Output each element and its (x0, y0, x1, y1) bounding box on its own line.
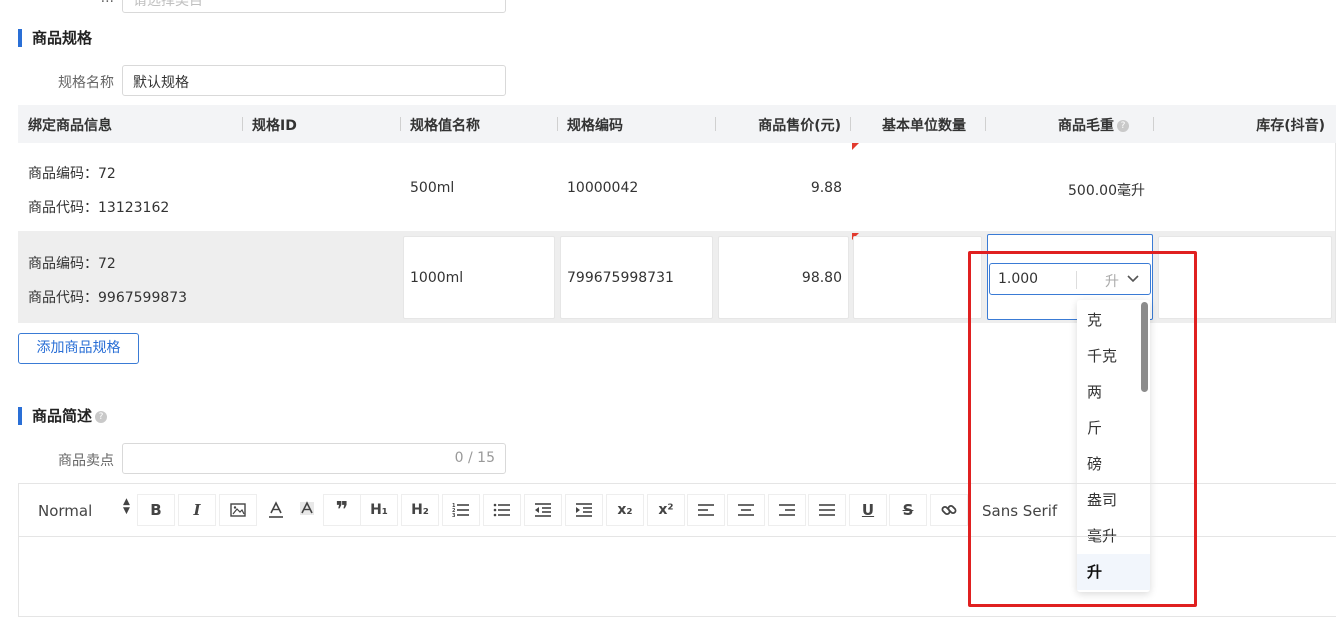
category-row: ... 请选择类目 (0, 0, 520, 14)
format-select[interactable]: Normal (38, 502, 92, 520)
spec-value-cell: 500ml (410, 180, 455, 196)
price-text: 98.80 (801, 270, 842, 286)
help-icon[interactable]: ? (95, 410, 108, 423)
spec-code-text: 799675998731 (567, 270, 674, 286)
product-code-value: 72 (98, 166, 116, 182)
spec-name-input[interactable]: 默认规格 (122, 65, 506, 96)
th-separator (1153, 117, 1154, 131)
th-separator (985, 117, 986, 131)
outdent-icon[interactable] (524, 494, 562, 526)
spec-section-title: 商品规格 (18, 28, 92, 48)
heading1-icon[interactable]: H₁ (360, 494, 398, 526)
spec-value-input[interactable]: 1000ml (403, 236, 555, 319)
align-center-icon[interactable] (727, 494, 765, 526)
th-spec-code: 规格编码 (567, 118, 623, 134)
add-spec-button[interactable]: 添加商品规格 (18, 333, 139, 364)
product-code-label: 商品编码： (28, 166, 98, 182)
product-code-line: 商品编码：72 (28, 163, 116, 183)
th-stock-douyin: 库存(抖音) (1256, 118, 1325, 134)
price-input[interactable]: 98.80 (718, 236, 849, 319)
th-spec-id: 规格ID (252, 118, 297, 134)
desc-section-title: 商品简述? (18, 406, 108, 426)
price-cell: 9.88 (810, 180, 842, 196)
align-right-icon[interactable] (768, 494, 806, 526)
spec-code-input[interactable]: 799675998731 (560, 236, 713, 319)
spec-section-title-text: 商品规格 (32, 29, 93, 47)
th-separator (557, 117, 558, 131)
blockquote-icon[interactable]: ❞ (323, 494, 361, 526)
product-code-label: 商品编码： (28, 256, 98, 272)
indent-icon[interactable] (565, 494, 603, 526)
th-gross-weight-text: 商品毛重 (1058, 118, 1114, 134)
th-price: 商品售价(元) (758, 118, 841, 134)
th-base-unit-qty: 基本单位数量 (882, 118, 966, 134)
product-daima-label: 商品代码： (28, 200, 98, 216)
th-separator (242, 117, 243, 131)
annotation-highlight-box (968, 251, 1197, 607)
base-unit-qty-input[interactable] (853, 236, 982, 319)
align-left-icon[interactable] (687, 494, 725, 526)
product-daima-value: 9967599873 (98, 290, 188, 306)
th-separator (850, 117, 851, 131)
align-justify-icon[interactable] (808, 494, 846, 526)
spec-name-label: 规格名称 (58, 75, 114, 91)
table-row: 商品编码：72 商品代码：13123162 500ml 10000042 9.8… (18, 143, 1336, 232)
gross-weight-cell: 500.00毫升 (1068, 183, 1145, 199)
subscript-icon[interactable]: x₂ (606, 494, 644, 526)
desc-section-title-text: 商品简述 (32, 407, 93, 425)
strikethrough-icon[interactable]: S (889, 494, 927, 526)
th-spec-value-name: 规格值名称 (410, 118, 480, 134)
th-bind-info: 绑定商品信息 (28, 118, 112, 134)
page: ... 请选择类目 商品规格 规格名称 默认规格 绑定商品信息 规格ID 规格值… (0, 0, 1336, 617)
edit-marker (852, 143, 859, 150)
product-daima-line: 商品代码：13123162 (28, 197, 169, 217)
category-label: ... (34, 0, 114, 6)
format-select-arrows-icon[interactable]: ▲ ▼ (123, 498, 130, 516)
heading2-icon[interactable]: H₂ (401, 494, 439, 526)
th-gross-weight: 商品毛重? (1058, 115, 1129, 135)
link-icon[interactable] (930, 494, 968, 526)
bullet-list-icon[interactable] (483, 494, 521, 526)
svg-text:3: 3 (452, 513, 456, 518)
product-daima-line: 商品代码：9967599873 (28, 287, 187, 307)
ordered-list-icon[interactable]: 123 (442, 494, 480, 526)
spec-value-text: 1000ml (410, 270, 464, 286)
selling-point-counter: 0 / 15 (454, 450, 495, 466)
product-code-line: 商品编码：72 (28, 253, 116, 273)
category-placeholder: 请选择类目 (133, 0, 203, 9)
product-daima-label: 商品代码： (28, 290, 98, 306)
th-separator (715, 117, 716, 131)
superscript-icon[interactable]: x² (647, 494, 685, 526)
selling-point-input[interactable]: 0 / 15 (122, 443, 506, 474)
bold-icon[interactable]: B (137, 494, 175, 526)
help-icon[interactable]: ? (1117, 120, 1129, 132)
product-code-value: 72 (98, 256, 116, 272)
italic-icon[interactable]: I (178, 494, 216, 526)
background-color-icon[interactable] (288, 494, 326, 526)
product-daima-value: 13123162 (98, 200, 170, 216)
underline-icon[interactable]: U (849, 494, 887, 526)
th-separator (400, 117, 401, 131)
category-select[interactable]: 请选择类目 (122, 0, 506, 13)
image-icon[interactable] (219, 494, 257, 526)
spec-code-cell: 10000042 (567, 180, 639, 196)
selling-point-label: 商品卖点 (58, 453, 114, 469)
spec-table-header: 绑定商品信息 规格ID 规格值名称 规格编码 商品售价(元) 基本单位数量 商品… (18, 105, 1336, 143)
